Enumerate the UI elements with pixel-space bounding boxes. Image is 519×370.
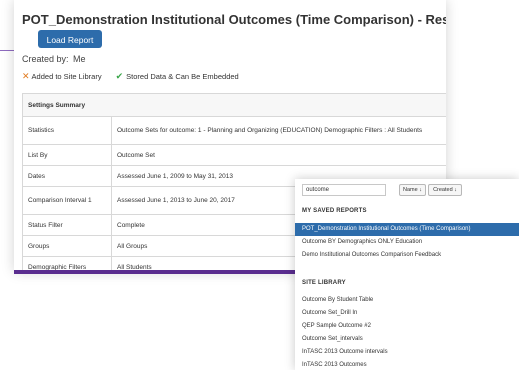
list-item[interactable]: Outcome By Student Table	[295, 294, 519, 307]
created-by-label: Created by:	[22, 54, 69, 64]
settings-row-label: Dates	[22, 165, 112, 187]
settings-row-value: Outcome Set	[111, 144, 446, 166]
load-report-button[interactable]: Load Report	[38, 30, 102, 48]
settings-row-value: Outcome Sets for outcome: 1 - Planning a…	[111, 116, 446, 145]
report-status-row: ✕ Added to Site Library ✔ Stored Data & …	[22, 71, 253, 82]
settings-summary-header: Settings Summary	[22, 93, 446, 117]
list-item[interactable]: POT_Demonstration Institutional Outcomes…	[295, 223, 519, 236]
table-row: Statistics Outcome Sets for outcome: 1 -…	[22, 116, 446, 145]
table-row: List By Outcome Set	[22, 144, 446, 166]
sort-by-created-button[interactable]: Created ↓	[428, 184, 462, 196]
list-item[interactable]: Demo Institutional Outcomes Comparison F…	[295, 249, 519, 262]
check-icon: ✔	[115, 71, 124, 81]
list-item[interactable]: QEP Sample Outcome #2	[295, 320, 519, 333]
settings-row-label: Groups	[22, 235, 112, 257]
x-icon: ✕	[22, 71, 30, 81]
my-saved-reports-list: POT_Demonstration Institutional Outcomes…	[295, 223, 519, 262]
my-saved-reports-heading: MY SAVED REPORTS	[302, 208, 367, 214]
list-item[interactable]: Outcome Set_Drill In	[295, 307, 519, 320]
status-stored-data-label: Stored Data & Can Be Embedded	[126, 72, 239, 81]
created-by-name: Me	[73, 54, 86, 64]
settings-row-label: List By	[22, 144, 112, 166]
settings-row-label: Comparison Interval 1	[22, 186, 112, 215]
status-added-to-library-label: Added to Site Library	[31, 72, 102, 81]
site-library-heading: SITE LIBRARY	[302, 280, 346, 286]
saved-reports-browser: Name ↓ Created ↓ MY SAVED REPORTS POT_De…	[295, 179, 519, 370]
list-item[interactable]: Outcome BY Demographics ONLY Education	[295, 236, 519, 249]
settings-row-label: Status Filter	[22, 214, 112, 236]
site-library-list: Outcome By Student Table Outcome Set_Dri…	[295, 294, 519, 370]
settings-row-label: Statistics	[22, 116, 112, 145]
created-by: Created by: Me	[22, 54, 86, 64]
screenshot-stage: POT_Demonstration Institutional Outcomes…	[0, 0, 519, 370]
list-item[interactable]: InTASC 2013 Outcomes	[295, 359, 519, 370]
status-added-to-library: ✕ Added to Site Library	[22, 71, 102, 82]
list-item[interactable]: InTASC 2013 Outcome intervals	[295, 346, 519, 359]
sort-by-name-button[interactable]: Name ↓	[399, 184, 426, 196]
list-item[interactable]: Outcome Set_intervals	[295, 333, 519, 346]
report-search-input[interactable]	[302, 184, 386, 196]
status-stored-data: ✔ Stored Data & Can Be Embedded	[116, 71, 239, 82]
page-title: POT_Demonstration Institutional Outcomes…	[22, 12, 446, 27]
